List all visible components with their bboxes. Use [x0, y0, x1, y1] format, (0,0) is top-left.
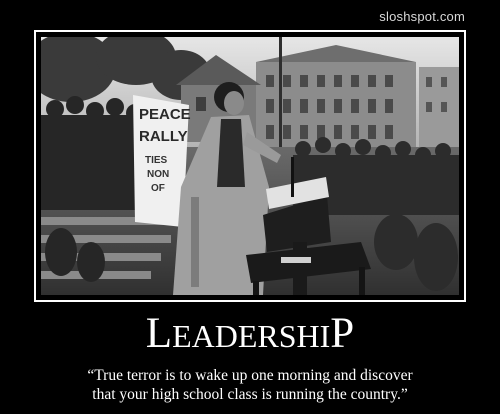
flagpole	[279, 37, 282, 147]
sign-line-5: OF	[151, 183, 165, 194]
title-last-letter: P	[330, 310, 355, 357]
sign-line-1: PEACE	[139, 106, 191, 123]
microphone	[291, 157, 294, 197]
watermark: sloshspot.com	[379, 9, 465, 24]
sign-line-2: RALLY	[139, 128, 188, 145]
photo: PEACE RALLY TIES NON OF	[41, 37, 459, 295]
poster-title: LEADERSHIP	[0, 312, 500, 355]
sign-line-4: NON	[147, 169, 169, 180]
quote-line-2: that your high school class is running t…	[92, 386, 408, 403]
photo-frame: PEACE RALLY TIES NON OF	[34, 30, 466, 302]
poster-quote: “True terror is to wake up one morning a…	[0, 366, 500, 404]
building-right	[419, 67, 459, 147]
title-middle: EADERSHI	[172, 318, 331, 354]
title-first-letter: L	[145, 310, 173, 357]
photo-illustration: PEACE RALLY TIES NON OF	[41, 37, 459, 295]
quote-line-1: “True terror is to wake up one morning a…	[87, 367, 413, 384]
sign-line-3: TIES	[145, 155, 168, 166]
